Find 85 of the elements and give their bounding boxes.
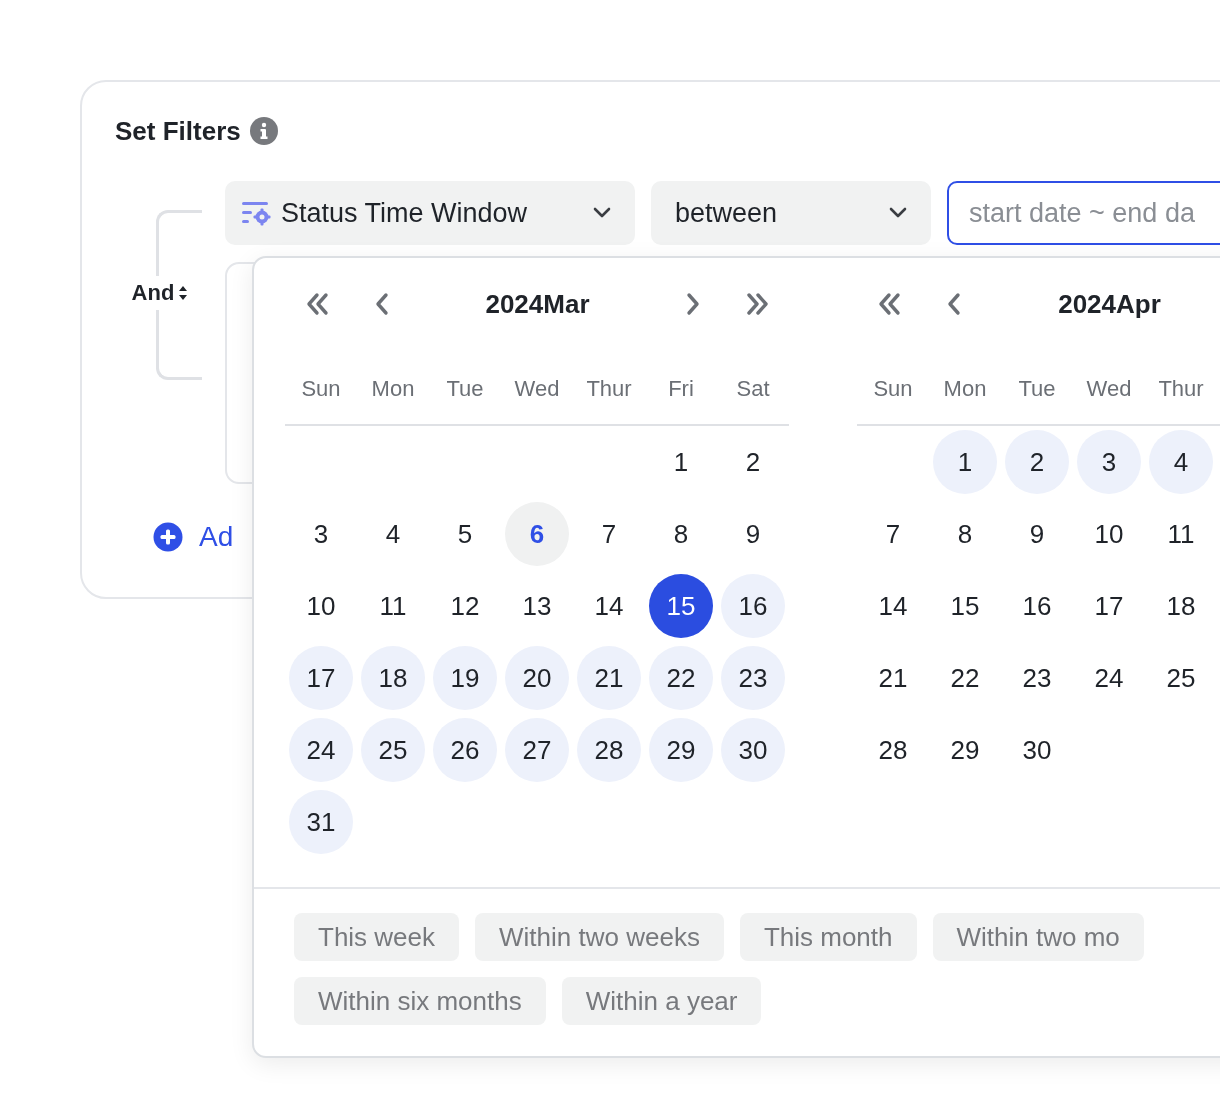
weekday-label: Wed xyxy=(513,375,561,403)
day-cell[interactable]: 21 xyxy=(861,646,925,710)
day-cell[interactable]: 28 xyxy=(577,718,641,782)
add-condition-button[interactable]: Ad xyxy=(153,516,234,558)
date-range-field[interactable]: start date ~ end da xyxy=(947,181,1220,245)
day-cell[interactable]: 1 xyxy=(933,430,997,494)
day-cell[interactable]: 15 xyxy=(933,574,997,638)
sort-icon xyxy=(178,285,189,301)
preset-range-button[interactable]: This month xyxy=(739,913,917,961)
day-cell[interactable]: 16 xyxy=(1005,574,1069,638)
day-cell[interactable]: 4 xyxy=(361,502,425,566)
preset-range-button[interactable]: Within two weeks xyxy=(475,913,724,961)
field-select[interactable]: Status Time Window xyxy=(225,181,635,245)
weekday-label: Wed xyxy=(1085,375,1133,403)
day-cell[interactable]: 4 xyxy=(1149,430,1213,494)
weekday-label: Sun xyxy=(872,375,914,403)
day-cell[interactable]: 26 xyxy=(433,718,497,782)
day-cell[interactable]: 7 xyxy=(861,502,925,566)
day-cell[interactable]: 2 xyxy=(1005,430,1069,494)
day-cell[interactable]: 8 xyxy=(649,502,713,566)
day-cell[interactable]: 30 xyxy=(721,718,785,782)
day-cell[interactable]: 23 xyxy=(1005,646,1069,710)
preset-range-button[interactable]: Within two mo xyxy=(932,913,1144,961)
day-cell[interactable]: 29 xyxy=(933,718,997,782)
month-title: 2024Mar xyxy=(484,287,591,321)
preset-range-button[interactable]: This week xyxy=(294,913,460,961)
day-cell[interactable]: 31 xyxy=(289,790,353,854)
weekday-label: Thur xyxy=(1157,375,1205,403)
day-cell[interactable]: 9 xyxy=(721,502,785,566)
day-cell[interactable]: 21 xyxy=(577,646,641,710)
weekday-label: Mon xyxy=(942,375,988,403)
day-cell[interactable]: 13 xyxy=(505,574,569,638)
chevron-down-icon xyxy=(889,207,907,219)
weekday-label: Sun xyxy=(300,375,342,403)
day-cell[interactable]: 22 xyxy=(933,646,997,710)
weekday-label: Fri xyxy=(667,375,695,403)
day-cell[interactable]: 5 xyxy=(433,502,497,566)
day-cell[interactable]: 11 xyxy=(361,574,425,638)
chevron-down-icon xyxy=(593,207,611,219)
day-cell[interactable]: 28 xyxy=(861,718,925,782)
day-cell[interactable]: 3 xyxy=(1077,430,1141,494)
day-cell[interactable]: 8 xyxy=(933,502,997,566)
weekday-label: Sat xyxy=(735,375,771,403)
day-cell[interactable]: 30 xyxy=(1005,718,1069,782)
day-cell[interactable]: 24 xyxy=(289,718,353,782)
day-cell[interactable]: 27 xyxy=(505,718,569,782)
preset-range-button[interactable]: Within six months xyxy=(294,977,546,1025)
info-icon xyxy=(248,116,279,146)
preset-range-button[interactable]: Within a year xyxy=(561,977,762,1025)
filter-title: Set Filters xyxy=(115,115,241,148)
day-cell[interactable]: 14 xyxy=(577,574,641,638)
day-cell[interactable]: 1 xyxy=(649,430,713,494)
weekday-label: Tue xyxy=(445,375,485,403)
day-cell[interactable]: 17 xyxy=(1077,574,1141,638)
day-cell[interactable]: 18 xyxy=(361,646,425,710)
day-cell[interactable]: 6 xyxy=(505,502,569,566)
operator-select[interactable]: between xyxy=(651,181,931,245)
day-cell[interactable]: 9 xyxy=(1005,502,1069,566)
weekday-label: Thur xyxy=(585,375,633,403)
filter-settings-icon xyxy=(241,200,271,226)
day-cell[interactable]: 25 xyxy=(361,718,425,782)
day-cell[interactable]: 20 xyxy=(505,646,569,710)
day-cell[interactable]: 11 xyxy=(1149,502,1213,566)
day-cell[interactable]: 7 xyxy=(577,502,641,566)
day-cell[interactable]: 10 xyxy=(1077,502,1141,566)
day-cell[interactable]: 15 xyxy=(649,574,713,638)
day-cell[interactable]: 10 xyxy=(289,574,353,638)
weekday-label: Mon xyxy=(370,375,416,403)
day-cell[interactable]: 17 xyxy=(289,646,353,710)
day-cell[interactable]: 25 xyxy=(1149,646,1213,710)
day-cell[interactable]: 22 xyxy=(649,646,713,710)
day-cell[interactable]: 16 xyxy=(721,574,785,638)
day-cell[interactable]: 23 xyxy=(721,646,785,710)
logic-label: And xyxy=(131,279,175,307)
day-cell[interactable]: 18 xyxy=(1149,574,1213,638)
day-cell[interactable]: 29 xyxy=(649,718,713,782)
day-cell[interactable]: 19 xyxy=(433,646,497,710)
day-cell[interactable]: 2 xyxy=(721,430,785,494)
plus-circle-icon xyxy=(153,522,183,552)
day-cell[interactable]: 24 xyxy=(1077,646,1141,710)
day-cell[interactable]: 14 xyxy=(861,574,925,638)
day-cell[interactable]: 12 xyxy=(433,574,497,638)
weekday-label: Tue xyxy=(1017,375,1057,403)
month-title: 2024Apr xyxy=(1057,287,1162,321)
day-cell[interactable]: 3 xyxy=(289,502,353,566)
